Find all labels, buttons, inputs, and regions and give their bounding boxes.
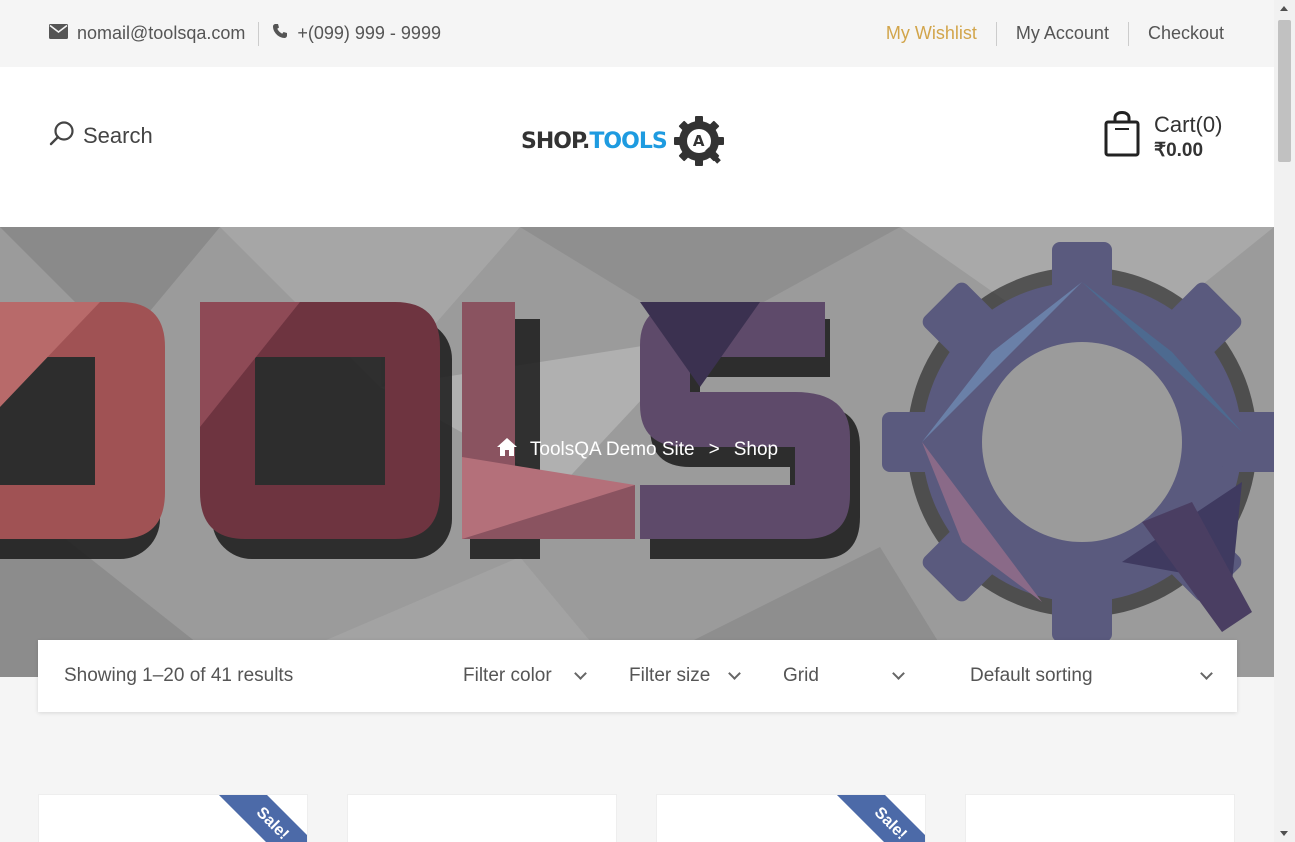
- view-mode-select[interactable]: Grid: [783, 640, 905, 712]
- divider: [258, 21, 260, 46]
- product-card[interactable]: [347, 794, 617, 842]
- sale-badge: Sale!: [832, 795, 925, 842]
- phone-contact[interactable]: +(099) 999 - 9999: [272, 23, 441, 44]
- hero-banner: ToolsQA Demo Site > Shop: [0, 227, 1274, 677]
- phone-text: +(099) 999 - 9999: [297, 23, 441, 43]
- product-card[interactable]: Sale!: [38, 794, 308, 842]
- search-label: Search: [83, 123, 153, 148]
- logo-badge-letter: A: [692, 132, 705, 150]
- product-card[interactable]: Sale!: [656, 794, 926, 842]
- account-links: My Wishlist My Account Checkout: [886, 0, 1224, 67]
- result-count: Showing 1–20 of 41 results: [64, 665, 294, 686]
- checkout-link[interactable]: Checkout: [1148, 23, 1224, 44]
- email-text: nomail@toolsqa.com: [77, 23, 246, 43]
- chevron-down-icon: [728, 667, 741, 680]
- phone-icon: [272, 23, 288, 44]
- chevron-down-icon: [1200, 667, 1213, 680]
- sorting-select[interactable]: Default sorting: [970, 640, 1213, 712]
- site-logo[interactable]: SHOP. TOOLS A: [521, 113, 761, 169]
- wishlist-link[interactable]: My Wishlist: [886, 23, 977, 44]
- envelope-icon: [49, 23, 68, 44]
- scrollbar-thumb[interactable]: [1278, 20, 1291, 162]
- product-card[interactable]: [965, 794, 1235, 842]
- shop-toolbar: Showing 1–20 of 41 results Filter color …: [38, 640, 1237, 712]
- home-icon[interactable]: [496, 437, 518, 463]
- search-icon: [49, 120, 75, 152]
- my-account-link[interactable]: My Account: [1016, 23, 1109, 44]
- breadcrumb-home-link[interactable]: ToolsQA Demo Site: [530, 439, 695, 461]
- site-header: Search SHOP. TOOLS A Cart(0) ₹0.00: [0, 67, 1274, 227]
- logo-word-tools: TOOLS: [589, 128, 667, 154]
- filter-color-select[interactable]: Filter color: [463, 640, 587, 712]
- filter-size-label: Filter size: [629, 665, 711, 686]
- cart-count: Cart(0): [1154, 111, 1223, 137]
- chevron-down-icon: [574, 667, 587, 680]
- cart-total: ₹0.00: [1154, 139, 1204, 161]
- page-scrollbar[interactable]: [1274, 0, 1295, 842]
- filter-color-label: Filter color: [463, 665, 552, 686]
- divider: [995, 21, 997, 46]
- top-bar: nomail@toolsqa.com +(099) 999 - 9999 My …: [0, 0, 1274, 67]
- email-contact[interactable]: nomail@toolsqa.com: [49, 23, 245, 44]
- shopping-bag-icon: [1104, 110, 1140, 162]
- contact-info: nomail@toolsqa.com +(099) 999 - 9999: [49, 0, 441, 67]
- chevron-down-icon: [892, 667, 905, 680]
- logo-word-shop: SHOP.: [521, 128, 590, 154]
- gear-icon: A: [671, 113, 727, 169]
- breadcrumb-separator: >: [708, 439, 720, 460]
- sorting-label: Default sorting: [970, 665, 1093, 686]
- search-toggle[interactable]: Search: [49, 120, 153, 152]
- breadcrumb: ToolsQA Demo Site > Shop: [0, 437, 1274, 463]
- filter-size-select[interactable]: Filter size: [629, 640, 741, 712]
- cart-widget[interactable]: Cart(0) ₹0.00: [1104, 110, 1223, 162]
- view-mode-label: Grid: [783, 665, 819, 686]
- scroll-up-icon[interactable]: [1280, 6, 1288, 11]
- breadcrumb-current: Shop: [733, 439, 779, 460]
- scroll-down-icon[interactable]: [1280, 831, 1288, 836]
- sale-badge: Sale!: [214, 795, 307, 842]
- divider: [1127, 21, 1129, 46]
